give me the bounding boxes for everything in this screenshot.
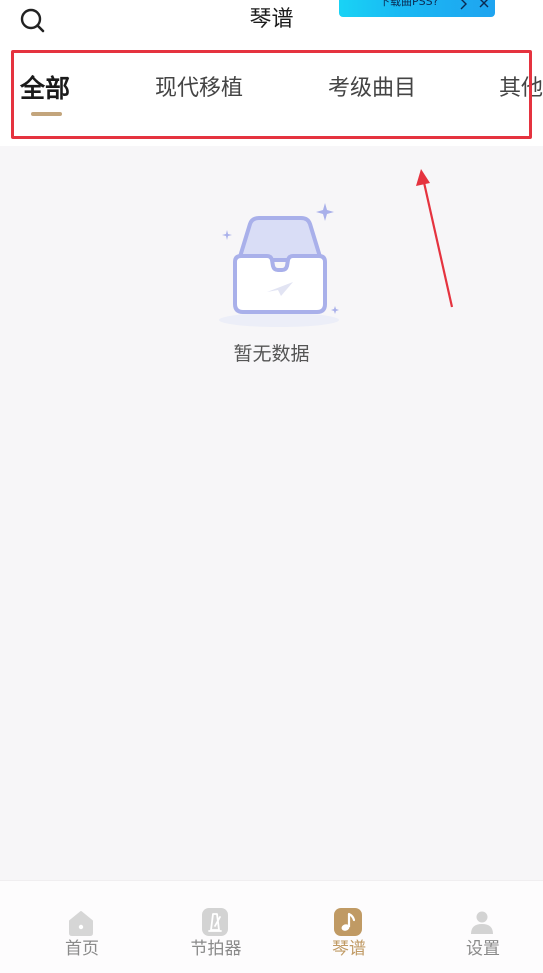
nav-item-settings[interactable]: 设置	[415, 881, 543, 973]
home-icon	[66, 907, 96, 937]
tab-other[interactable]: 其他	[499, 72, 543, 106]
nav-item-home[interactable]: 首页	[14, 881, 150, 973]
annotation-arrow	[416, 169, 454, 308]
music-note-icon	[333, 907, 363, 937]
nav-label-settings: 设置	[466, 939, 500, 959]
nav-label-metronome: 节拍器	[190, 939, 242, 959]
bottom-nav: 首页 节拍器 琴谱 设置	[0, 880, 543, 973]
promo-text: 下载曲PSS?	[379, 0, 439, 8]
person-icon	[467, 907, 497, 937]
nav-label-sheet-music: 琴谱	[332, 939, 366, 959]
metronome-icon	[200, 907, 230, 937]
promo-banner[interactable]: 下载曲PSS?	[339, 0, 495, 17]
nav-item-sheet-music[interactable]: 琴谱	[281, 881, 417, 973]
chevron-right-icon	[457, 0, 471, 10]
empty-state-text: 暂无数据	[233, 343, 310, 365]
nav-item-metronome[interactable]: 节拍器	[148, 881, 284, 973]
active-tab-indicator	[31, 112, 62, 116]
tab-grade-exam[interactable]: 考级曲目	[328, 72, 416, 106]
close-icon[interactable]	[477, 0, 491, 9]
top-header: 琴谱 下载曲PSS?	[0, 0, 543, 44]
tab-modern-transplant[interactable]: 现代移植	[155, 72, 243, 106]
nav-label-home: 首页	[65, 939, 99, 959]
empty-inbox-icon	[215, 200, 345, 335]
tab-all[interactable]: 全部	[20, 72, 70, 106]
category-tabs: 全部 现代移植 考级曲目 其他	[0, 44, 543, 146]
